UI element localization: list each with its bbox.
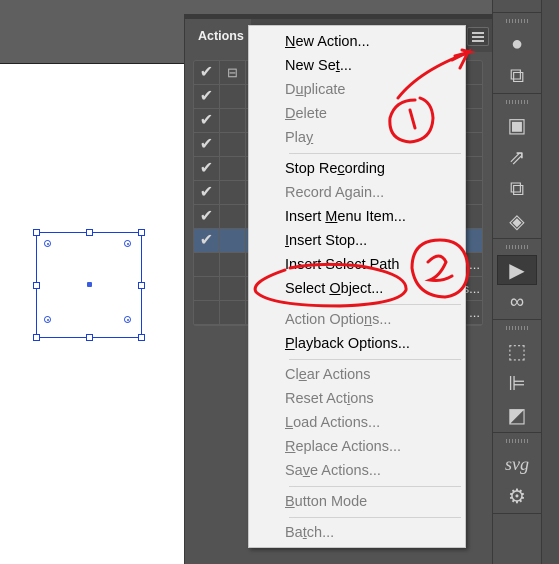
- dialog-toggle-cell[interactable]: [220, 181, 246, 204]
- dock-group: ▣ ⇗ ⧉ ◈: [493, 94, 541, 239]
- dialog-toggle-cell[interactable]: [220, 301, 246, 324]
- dialog-toggle-cell[interactable]: [220, 229, 246, 252]
- menu-item-duplicate: Duplicate: [285, 82, 346, 98]
- actions-panel-menu: New Action... New Set... Duplicate Delete Pl…: [248, 25, 466, 548]
- checkmark-icon[interactable]: ✔: [194, 61, 220, 84]
- export-icon[interactable]: ⇗: [497, 142, 537, 172]
- action-row-text: ...: [469, 305, 480, 320]
- dock-edge: [542, 0, 559, 564]
- toggle-cell[interactable]: [194, 301, 220, 324]
- selection-handle[interactable]: [138, 229, 145, 236]
- menu-item-action-options: Action Options...: [285, 312, 392, 328]
- dialog-toggle-cell[interactable]: [220, 253, 246, 276]
- hamburger-icon[interactable]: [467, 27, 489, 46]
- menu-item-playback-options[interactable]: Playback Options...: [249, 332, 465, 356]
- menu-item-new-set[interactable]: New Set...: [249, 54, 465, 78]
- selection-handle[interactable]: [138, 282, 145, 289]
- menu-separator: [289, 304, 461, 305]
- menu-item-new-action[interactable]: New Action...: [249, 30, 465, 54]
- dock-group: svg ⚙: [493, 433, 541, 514]
- corner-widget[interactable]: [124, 316, 131, 323]
- collapse-icon[interactable]: ⊟: [220, 61, 246, 84]
- links-icon[interactable]: ∞: [497, 287, 537, 317]
- selected-square-object[interactable]: [33, 229, 145, 341]
- checkmark-icon[interactable]: ✔: [194, 109, 220, 132]
- selection-handle[interactable]: [86, 229, 93, 236]
- checkmark-icon[interactable]: ✔: [194, 181, 220, 204]
- menu-item-delete: Delete: [285, 106, 327, 122]
- menu-item-insert-select-path[interactable]: Insert Select Path: [249, 253, 465, 277]
- action-row-text: ...: [469, 257, 480, 272]
- layers-icon[interactable]: ◈: [497, 206, 537, 236]
- selection-handle[interactable]: [86, 334, 93, 341]
- color-guide-icon[interactable]: ●: [497, 29, 537, 59]
- menu-separator: [289, 153, 461, 154]
- center-point: [87, 282, 92, 287]
- corner-widget[interactable]: [124, 240, 131, 247]
- menu-item-reset-actions: Reset Actions: [285, 391, 374, 407]
- toggle-cell[interactable]: [194, 277, 220, 300]
- dialog-toggle-cell[interactable]: [220, 157, 246, 180]
- menu-item-clear-actions: Clear Actions: [285, 367, 371, 383]
- dock-group: ● ⧉: [493, 13, 541, 94]
- pathfinder-icon[interactable]: ◩: [497, 400, 537, 430]
- menu-item-select-object[interactable]: Select Object...: [249, 277, 465, 301]
- menu-item-play: Play: [285, 130, 314, 146]
- align-icon[interactable]: ⊫: [497, 368, 537, 398]
- menu-item-replace-actions: Replace Actions...: [285, 439, 402, 455]
- menu-item-save-actions: Save Actions...: [285, 463, 381, 479]
- menu-item-stop-recording[interactable]: Stop Recording: [249, 157, 465, 181]
- menu-item-record-again: Record Again...: [285, 185, 385, 201]
- checkmark-icon[interactable]: ✔: [194, 157, 220, 180]
- selection-handle[interactable]: [138, 334, 145, 341]
- dock-group: ⬚ ⊫ ◩: [493, 320, 541, 433]
- selection-handle[interactable]: [33, 282, 40, 289]
- libraries-icon[interactable]: ▣: [497, 110, 537, 140]
- right-panel-dock: ● ⧉ ▣ ⇗ ⧉ ◈ ▶ ∞ ⬚ ⊫ ◩ svg ⚙: [492, 0, 542, 564]
- menu-item-button-mode: Button Mode: [285, 494, 368, 510]
- selection-handle[interactable]: [33, 229, 40, 236]
- dialog-toggle-cell[interactable]: [220, 133, 246, 156]
- dialog-toggle-cell[interactable]: [220, 85, 246, 108]
- menu-separator: [289, 517, 461, 518]
- transform-icon[interactable]: ⧉: [497, 61, 537, 91]
- checkmark-icon[interactable]: ✔: [194, 229, 220, 252]
- dialog-toggle-cell[interactable]: [220, 109, 246, 132]
- checkmark-icon[interactable]: ✔: [194, 85, 220, 108]
- artboards-icon[interactable]: ⧉: [497, 174, 537, 204]
- dialog-toggle-cell[interactable]: [220, 205, 246, 228]
- settings-gears-icon[interactable]: ⚙: [497, 481, 537, 511]
- dock-group: ▶ ∞: [493, 239, 541, 320]
- svg-interactivity-icon[interactable]: svg: [497, 449, 537, 479]
- artboard-canvas[interactable]: [0, 63, 186, 564]
- toggle-cell[interactable]: [194, 253, 220, 276]
- menu-separator: [289, 359, 461, 360]
- checkmark-icon[interactable]: ✔: [194, 205, 220, 228]
- corner-widget[interactable]: [44, 316, 51, 323]
- dialog-toggle-cell[interactable]: [220, 277, 246, 300]
- menu-item-batch: Batch...: [285, 525, 335, 541]
- menu-item-insert-menu-item[interactable]: Insert Menu Item...: [249, 205, 465, 229]
- dock-top: [493, 0, 541, 13]
- actions-play-icon[interactable]: ▶: [497, 255, 537, 285]
- transform-bounds-icon[interactable]: ⬚: [497, 336, 537, 366]
- menu-separator: [289, 486, 461, 487]
- menu-item-load-actions: Load Actions...: [285, 415, 381, 431]
- corner-widget[interactable]: [44, 240, 51, 247]
- checkmark-icon[interactable]: ✔: [194, 133, 220, 156]
- menu-item-insert-stop[interactable]: Insert Stop...: [249, 229, 465, 253]
- selection-handle[interactable]: [33, 334, 40, 341]
- tab-actions[interactable]: Actions: [187, 20, 251, 52]
